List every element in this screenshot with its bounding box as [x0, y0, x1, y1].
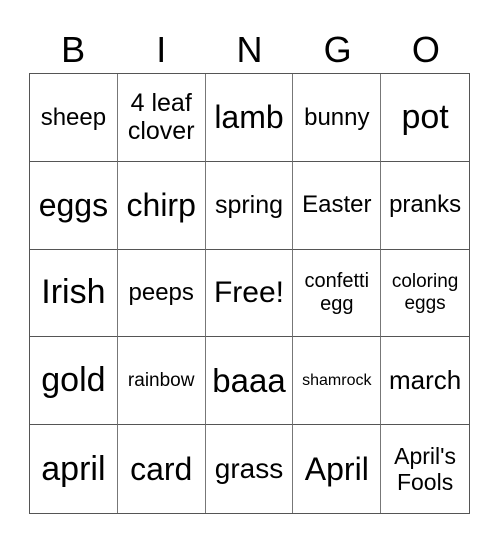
bingo-cell[interactable]: gold	[30, 337, 118, 426]
header-letter-g: G	[323, 29, 352, 70]
bingo-cell[interactable]: Easter	[293, 161, 382, 250]
bingo-grid: sheep 4 leaf clover lamb bunny pot eggs chirp s…	[29, 73, 470, 514]
bingo-cell[interactable]: rainbow	[117, 337, 206, 426]
bingo-cell[interactable]: eggs	[30, 161, 118, 250]
bingo-cell[interactable]: April	[293, 425, 382, 513]
free-space-cell[interactable]: Free!	[205, 249, 294, 338]
bingo-cell[interactable]: spring	[205, 161, 294, 250]
bingo-cell[interactable]: coloring eggs	[381, 250, 469, 338]
header-letter-b: B	[61, 29, 86, 70]
bingo-cell[interactable]: grass	[206, 425, 294, 513]
bingo-cell[interactable]: chirp	[117, 161, 206, 250]
header-letter-i: I	[156, 29, 167, 70]
bingo-cell[interactable]: pranks	[381, 162, 469, 250]
bingo-cell[interactable]: card	[118, 425, 206, 513]
header-letter-o: O	[411, 29, 440, 70]
bingo-cell[interactable]: lamb	[205, 74, 294, 162]
bingo-cell[interactable]: April's Fools	[381, 425, 469, 513]
bingo-cell[interactable]: bunny	[293, 74, 382, 162]
bingo-cell[interactable]: shamrock	[293, 337, 382, 426]
bingo-cell[interactable]: april	[30, 425, 118, 513]
bingo-cell[interactable]: pot	[381, 74, 469, 162]
header-letter-n: N	[236, 29, 263, 70]
bingo-cell[interactable]: Irish	[30, 249, 118, 338]
bingo-cell[interactable]: peeps	[117, 249, 206, 338]
bingo-cell[interactable]: baaa	[205, 337, 294, 426]
bingo-cell[interactable]: march	[381, 337, 469, 426]
bingo-cell[interactable]: 4 leaf clover	[117, 74, 206, 162]
bingo-header: B I N G O	[29, 28, 470, 72]
bingo-cell[interactable]: confetti egg	[293, 249, 382, 338]
bingo-cell[interactable]: sheep	[30, 74, 118, 162]
